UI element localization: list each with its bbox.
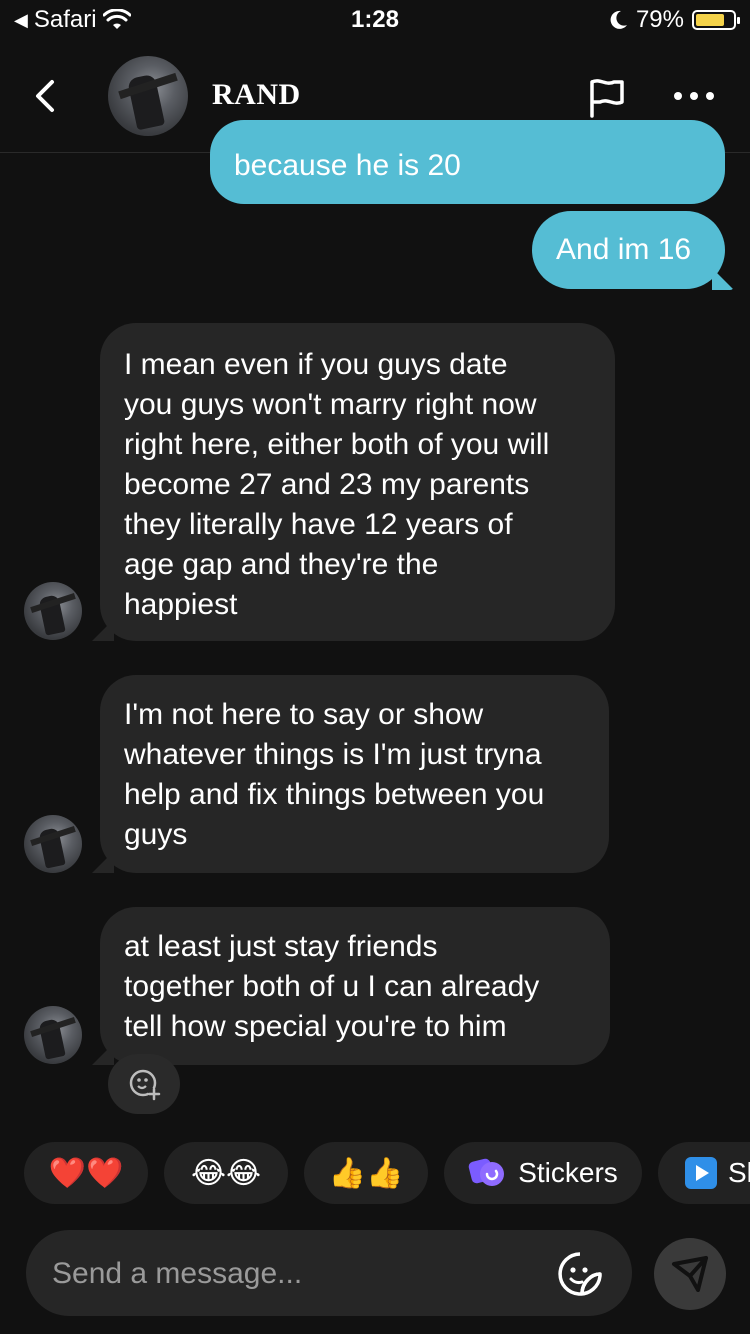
message-input[interactable] [50, 1230, 554, 1318]
stickers-chip[interactable]: Stickers [444, 1142, 642, 1204]
battery-icon [692, 10, 740, 30]
sender-avatar[interactable] [24, 815, 82, 873]
battery-percent: 79% [635, 6, 684, 33]
status-bar: ◀ Safari 1:28 79% [0, 0, 750, 42]
add-reaction-button[interactable] [108, 1054, 180, 1114]
stickers-label: Stickers [518, 1157, 618, 1188]
outgoing-message[interactable]: And im 16 [532, 211, 725, 289]
stickers-icon [468, 1158, 505, 1186]
more-options-icon[interactable] [672, 86, 716, 106]
message-line: they literally have 12 years of [124, 508, 513, 541]
send-button[interactable] [654, 1238, 726, 1310]
moon-icon [610, 10, 627, 29]
message-line: right here, either both of you will [124, 428, 550, 461]
message-line: whatever things is I'm just tryna [124, 738, 542, 771]
heart-emoji: ❤️❤️ [48, 1156, 124, 1190]
message-line: at least just stay friends [124, 930, 438, 963]
message-line: help and fix things between you [124, 778, 545, 811]
message-line: happiest [124, 588, 238, 621]
sender-avatar[interactable] [24, 582, 82, 640]
sender-avatar[interactable] [24, 1006, 82, 1064]
message-line: become 27 and 23 my parents [124, 468, 530, 501]
battery-fill [696, 14, 724, 26]
sticker-picker-icon[interactable] [556, 1250, 604, 1298]
contact-name[interactable]: RAND [212, 78, 301, 112]
report-flag-icon[interactable] [584, 76, 628, 120]
message-text: because he is 20 [234, 149, 461, 182]
quick-reaction-bar: ❤️❤️ 😂😂 👍👍 Stickers Sl [24, 1142, 750, 1206]
incoming-message[interactable]: I mean even if you guys date you guys wo… [100, 323, 615, 641]
video-chip[interactable]: Sl [658, 1142, 750, 1204]
incoming-message[interactable]: at least just stay friends together both… [100, 907, 610, 1065]
message-line: together both of u I can already [124, 970, 540, 1003]
message-line: age gap and they're the [124, 548, 439, 581]
add-emoji-icon [129, 1069, 161, 1101]
incoming-message[interactable]: I'm not here to say or show whatever thi… [100, 675, 609, 873]
message-line: I mean even if you guys date [124, 348, 508, 381]
message-text: And im 16 [556, 233, 692, 266]
thumbs-up-emoji: 👍👍 [328, 1156, 404, 1190]
message-line: you guys won't marry right now [124, 388, 537, 421]
bubble-tail [712, 268, 734, 290]
outgoing-message[interactable]: because he is 20 [210, 120, 725, 204]
back-chevron-icon[interactable] [24, 72, 68, 120]
quick-reaction-laugh[interactable]: 😂😂 [164, 1142, 288, 1204]
message-line: tell how special you're to him [124, 1010, 507, 1043]
laughing-emoji: 😂😂 [190, 1156, 262, 1190]
contact-avatar[interactable] [108, 56, 188, 136]
quick-reaction-hearts[interactable]: ❤️❤️ [24, 1142, 148, 1204]
video-icon [685, 1157, 717, 1189]
send-arrow-icon [672, 1256, 708, 1292]
quick-reaction-thumbs[interactable]: 👍👍 [304, 1142, 428, 1204]
message-composer [26, 1230, 632, 1318]
message-line: I'm not here to say or show [124, 698, 484, 731]
video-chip-label: Sl [728, 1157, 750, 1188]
message-line: guys [124, 818, 188, 851]
